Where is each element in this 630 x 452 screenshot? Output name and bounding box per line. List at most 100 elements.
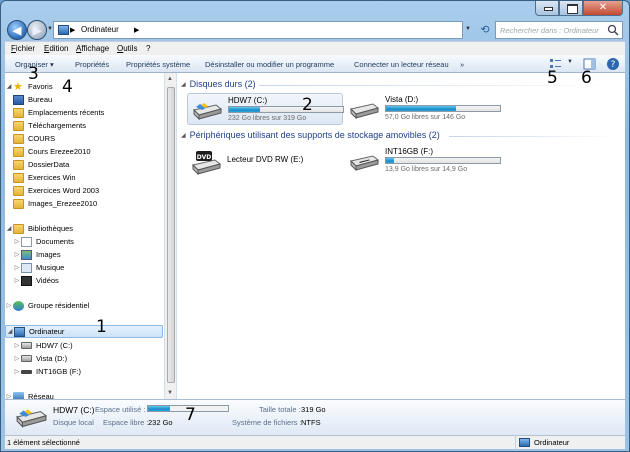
menu-outils[interactable]: Outils — [117, 44, 137, 53]
nav-lib-item[interactable]: ▷ Documents — [5, 235, 163, 248]
map-network-drive-button[interactable]: Connecter un lecteur réseau — [354, 60, 449, 69]
drive-name: Lecteur DVD RW (E:) — [227, 155, 304, 164]
collapse-chevron-icon[interactable]: ▷ — [13, 355, 21, 362]
scrollbar-thumb[interactable] — [167, 87, 175, 383]
usb-drive-icon — [350, 155, 379, 171]
collapse-chevron-icon[interactable]: ▷ — [5, 302, 13, 309]
group-divider — [259, 85, 619, 86]
drive-tile-c[interactable]: HDW7 (C:) 232 Go libres sur 319 Go — [187, 93, 344, 125]
breadcrumb-chevron-icon[interactable]: ▶ — [134, 26, 139, 34]
nav-fav-item[interactable]: Téléchargements — [5, 119, 163, 132]
breadcrumb-chevron-icon[interactable]: ▶ — [70, 26, 75, 34]
menu-fichier[interactable]: Fichier — [11, 44, 35, 53]
close-icon: ✕ — [598, 2, 608, 13]
nav-label: COURS — [28, 134, 56, 143]
nav-fav-item[interactable]: Exercices Win — [5, 171, 163, 184]
uninstall-program-button[interactable]: Désinstaller ou modifier un programme — [205, 60, 334, 69]
svg-text:?: ? — [611, 60, 616, 70]
details-free-value: 232 Go — [148, 418, 173, 427]
expand-chevron-icon[interactable]: ◢ — [5, 83, 13, 90]
collapse-chevron-icon[interactable]: ▷ — [13, 342, 21, 349]
annotation-1: 1 — [96, 317, 107, 337]
collapse-chevron-icon[interactable]: ▷ — [13, 238, 21, 245]
drive-free-space: 232 Go libres sur 319 Go — [228, 115, 307, 122]
drive-free-space: 13,9 Go libres sur 14,9 Go — [385, 166, 468, 173]
documents-icon — [21, 236, 32, 247]
nav-computer[interactable]: ◢ Ordinateur — [5, 325, 163, 338]
nav-lib-item[interactable]: ▷ Images — [5, 248, 163, 261]
nav-scrollbar[interactable]: ▲ ▼ — [165, 73, 177, 399]
nav-drive-item[interactable]: ▷ INT16GB (F:) — [5, 365, 163, 378]
drive-tile-e[interactable]: DVD Lecteur DVD RW (E:) — [187, 145, 343, 177]
nav-label: Cours Erezee2010 — [28, 147, 91, 156]
refresh-button[interactable]: ⟲ — [477, 22, 493, 38]
view-options-chevron-icon[interactable]: ▼ — [567, 59, 573, 65]
forward-button[interactable]: ▶ — [27, 20, 47, 40]
breadcrumb-ordinateur[interactable]: Ordinateur — [81, 25, 119, 34]
nav-fav-item[interactable]: DossierData — [5, 158, 163, 171]
nav-fav-item[interactable]: Images_Erezee2010 — [5, 197, 163, 210]
music-icon — [21, 262, 32, 273]
menu-help[interactable]: ? — [146, 44, 150, 53]
nav-lib-item[interactable]: ▷ Musique — [5, 261, 163, 274]
collapse-chevron-icon[interactable]: ▷ — [13, 264, 21, 271]
group-collapse-icon[interactable]: ◢ — [181, 132, 186, 139]
annotation-2: 2 — [302, 95, 313, 115]
drive-name: Vista (D:) — [385, 95, 419, 104]
collapse-chevron-icon[interactable]: ▷ — [13, 368, 21, 375]
status-divider — [515, 436, 516, 450]
address-bar[interactable]: ▶ Ordinateur ▶ — [53, 21, 463, 39]
collapse-chevron-icon[interactable]: ▷ — [13, 251, 21, 258]
search-icon — [607, 24, 619, 36]
nav-drive-item[interactable]: ▷ Vista (D:) — [5, 352, 163, 365]
search-input[interactable]: Rechercher dans : Ordinateur — [495, 21, 623, 39]
group-collapse-icon[interactable]: ◢ — [181, 81, 186, 88]
drive-tile-d[interactable]: Vista (D:) 57,0 Go libres sur 146 Go — [345, 93, 501, 125]
more-commands-button[interactable]: » — [460, 60, 464, 69]
folder-icon — [13, 185, 24, 196]
drive-usage-bar — [385, 157, 501, 164]
system-properties-button[interactable]: Propriétés système — [126, 60, 190, 69]
nav-lib-item[interactable]: ▷ Vidéos — [5, 274, 163, 287]
expand-chevron-icon[interactable]: ◢ — [5, 225, 13, 232]
group-divider — [449, 136, 619, 137]
nav-libraries[interactable]: ◢ Bibliothèques — [5, 222, 163, 235]
minimize-icon — [543, 4, 553, 12]
drive-tile-f[interactable]: INT16GB (F:) 13,9 Go libres sur 14,9 Go — [345, 145, 501, 177]
group-header-removable[interactable]: ◢ Périphériques utilisant des supports de… — [181, 130, 440, 140]
hard-drive-icon — [16, 409, 47, 428]
menu-edition[interactable]: Edition — [44, 44, 68, 53]
nav-fav-item[interactable]: COURS — [5, 132, 163, 145]
maximize-button[interactable] — [559, 1, 583, 16]
search-placeholder: Rechercher dans : Ordinateur — [500, 26, 599, 35]
videos-icon — [21, 275, 32, 286]
details-fs-label: Système de fichiers : — [232, 418, 302, 427]
properties-button[interactable]: Propriétés — [75, 60, 109, 69]
nav-drive-item[interactable]: ▷ HDW7 (C:) — [5, 339, 163, 352]
folder-icon — [13, 172, 24, 183]
computer-icon — [14, 326, 25, 337]
back-button[interactable]: ◀ — [7, 20, 27, 40]
nav-homegroup[interactable]: ▷ Groupe résidentiel — [5, 299, 163, 312]
expand-chevron-icon[interactable]: ◢ — [6, 328, 14, 335]
folder-icon — [13, 159, 24, 170]
menu-affichage[interactable]: Affichage — [76, 44, 109, 53]
close-button[interactable]: ✕ — [583, 1, 623, 16]
address-row: ◀ ▶ ▼ ▶ Ordinateur ▶ ▼ ⟲ Rechercher dans… — [5, 19, 625, 41]
content-area: ◢ ★ Favoris Bureau Emplacements récents Té… — [5, 73, 625, 402]
scroll-up-icon[interactable]: ▲ — [167, 76, 173, 82]
nav-fav-item[interactable]: Bureau — [5, 93, 163, 106]
group-header-hard-disks[interactable]: ◢ Disques durs (2) — [181, 79, 256, 89]
nav-fav-item[interactable]: Cours Erezee2010 — [5, 145, 163, 158]
nav-fav-item[interactable]: Emplacements récents — [5, 106, 163, 119]
nav-fav-item[interactable]: Exercices Word 2003 — [5, 184, 163, 197]
details-total-value: 319 Go — [301, 405, 326, 414]
collapse-chevron-icon[interactable]: ▷ — [13, 277, 21, 284]
nav-label: Vista (D:) — [36, 354, 68, 363]
address-history-chevron-icon[interactable]: ▼ — [465, 26, 471, 32]
scroll-down-icon[interactable]: ▼ — [167, 390, 173, 396]
folder-icon — [13, 133, 24, 144]
help-icon[interactable]: ? — [605, 57, 621, 71]
minimize-button[interactable] — [535, 1, 559, 16]
folder-icon — [13, 198, 24, 209]
